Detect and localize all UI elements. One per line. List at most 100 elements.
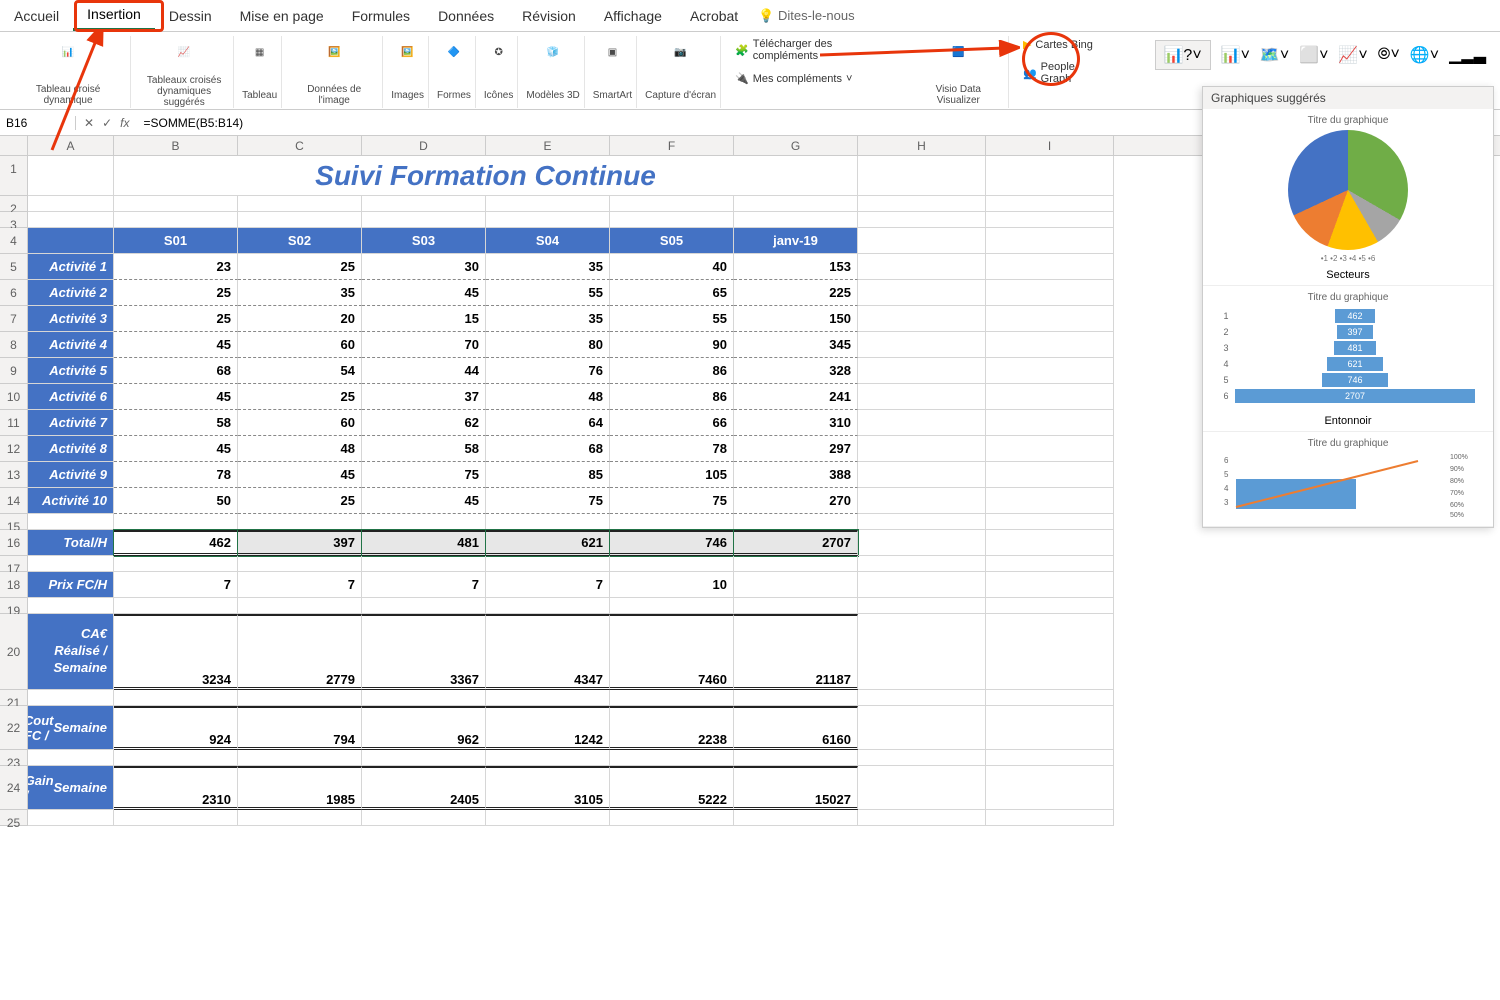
data-cell[interactable]: 345: [734, 332, 858, 358]
data-cell[interactable]: 30: [362, 254, 486, 280]
data-cell[interactable]: 55: [610, 306, 734, 332]
tell-me[interactable]: 💡 Dites-le-nous: [758, 8, 854, 24]
hdr-S05[interactable]: S05: [610, 228, 734, 254]
visio-button[interactable]: 🟦Visio Data Visualizer: [909, 36, 1009, 108]
sparkline-button[interactable]: ▁▂▃: [1449, 45, 1486, 65]
data-cell[interactable]: 60: [238, 410, 362, 436]
data-cell[interactable]: 78: [610, 436, 734, 462]
data-cell[interactable]: 23: [114, 254, 238, 280]
col-E[interactable]: E: [486, 136, 610, 155]
tab-accueil[interactable]: Accueil: [0, 2, 73, 30]
data-cell[interactable]: 80: [486, 332, 610, 358]
row-label[interactable]: Activité 2: [28, 280, 114, 306]
row-label[interactable]: Activité 6: [28, 384, 114, 410]
pie-suggestion[interactable]: Titre du graphique •1 •2 •3 •4 •5 •6 Sec…: [1203, 109, 1493, 286]
row-label[interactable]: Activité 1: [28, 254, 114, 280]
chart-3dmap-button[interactable]: 🌐˅: [1410, 45, 1439, 65]
data-cell[interactable]: 60: [238, 332, 362, 358]
data-cell[interactable]: 35: [486, 306, 610, 332]
data-cell[interactable]: 75: [486, 488, 610, 514]
data-cell[interactable]: 68: [486, 436, 610, 462]
bing-button[interactable]: ▶Cartes Bing: [1019, 36, 1113, 53]
hdr-S02[interactable]: S02: [238, 228, 362, 254]
row-label[interactable]: Activité 7: [28, 410, 114, 436]
data-cell[interactable]: 86: [610, 358, 734, 384]
dl-addins-button[interactable]: 🧩Télécharger des compléments: [731, 36, 905, 64]
data-cell[interactable]: 328: [734, 358, 858, 384]
hdr-S01[interactable]: S01: [114, 228, 238, 254]
col-D[interactable]: D: [362, 136, 486, 155]
col-C[interactable]: C: [238, 136, 362, 155]
data-cell[interactable]: 35: [486, 254, 610, 280]
data-cell[interactable]: 40: [610, 254, 734, 280]
data-cell[interactable]: 58: [114, 410, 238, 436]
data-cell[interactable]: 105: [610, 462, 734, 488]
data-cell[interactable]: 48: [238, 436, 362, 462]
cell-B16[interactable]: 462: [114, 530, 238, 556]
gain-label[interactable]: Gain /Semaine: [28, 766, 114, 810]
data-cell[interactable]: 86: [610, 384, 734, 410]
row-1[interactable]: 1: [0, 156, 28, 196]
chart-stat-button[interactable]: 📈˅: [1338, 45, 1367, 65]
tab-insertion[interactable]: Insertion: [73, 0, 155, 31]
data-cell[interactable]: 65: [610, 280, 734, 306]
models3d-button[interactable]: 🧊Modèles 3D: [522, 36, 584, 108]
col-G[interactable]: G: [734, 136, 858, 155]
data-cell[interactable]: 153: [734, 254, 858, 280]
data-cell[interactable]: 48: [486, 384, 610, 410]
data-cell[interactable]: 45: [114, 436, 238, 462]
images-button[interactable]: 🖼️Images: [387, 36, 429, 108]
col-H[interactable]: H: [858, 136, 986, 155]
data-cell[interactable]: 388: [734, 462, 858, 488]
fx-icon[interactable]: fx: [120, 116, 129, 130]
tab-mise-en-page[interactable]: Mise en page: [226, 2, 338, 30]
shapes-button[interactable]: 🔷Formes: [433, 36, 476, 108]
tab-acrobat[interactable]: Acrobat: [676, 2, 752, 30]
combo-suggestion[interactable]: Titre du graphique 6543 100%90%80%70%60%…: [1203, 432, 1493, 527]
pivot-sugg-button[interactable]: 📈Tableaux croisés dynamiques suggérés: [135, 36, 234, 108]
data-cell[interactable]: 37: [362, 384, 486, 410]
chart-scatter-button[interactable]: ⦾˅: [1378, 46, 1400, 64]
image-data-button[interactable]: 🖼️Données de l'image: [286, 36, 383, 108]
ca-label[interactable]: CA€Réalisé /Semaine: [28, 614, 114, 690]
data-cell[interactable]: 55: [486, 280, 610, 306]
pivot-button[interactable]: 📊Tableau croisé dynamique: [6, 36, 131, 108]
row-label[interactable]: Activité 10: [28, 488, 114, 514]
tab-formules[interactable]: Formules: [338, 2, 424, 30]
row-label[interactable]: Activité 9: [28, 462, 114, 488]
data-cell[interactable]: 85: [486, 462, 610, 488]
data-cell[interactable]: 50: [114, 488, 238, 514]
tab-affichage[interactable]: Affichage: [590, 2, 676, 30]
row-label[interactable]: Activité 4: [28, 332, 114, 358]
cancel-icon[interactable]: ✕: [84, 116, 94, 130]
data-cell[interactable]: 62: [362, 410, 486, 436]
data-cell[interactable]: 58: [362, 436, 486, 462]
data-cell[interactable]: 45: [238, 462, 362, 488]
name-box[interactable]: B16: [0, 116, 76, 130]
capture-button[interactable]: 📷Capture d'écran: [641, 36, 721, 108]
data-cell[interactable]: 310: [734, 410, 858, 436]
recommended-charts-button[interactable]: 📊?˅: [1155, 40, 1211, 70]
my-addins-button[interactable]: 🔌Mes compléments ˅: [731, 70, 905, 87]
hdr-S03[interactable]: S03: [362, 228, 486, 254]
row-label[interactable]: Activité 5: [28, 358, 114, 384]
chart-hier-button[interactable]: ⬜˅: [1299, 45, 1328, 65]
total-label[interactable]: Total/H: [28, 530, 114, 556]
data-cell[interactable]: 76: [486, 358, 610, 384]
funnel-suggestion[interactable]: Titre du graphique 146223973481462157466…: [1203, 286, 1493, 432]
cout-label[interactable]: Cout FC /Semaine: [28, 706, 114, 750]
data-cell[interactable]: 64: [486, 410, 610, 436]
hdr-janv[interactable]: janv-19: [734, 228, 858, 254]
data-cell[interactable]: 25: [238, 384, 362, 410]
data-cell[interactable]: 44: [362, 358, 486, 384]
tab-dessin[interactable]: Dessin: [155, 2, 226, 30]
tab-donnees[interactable]: Données: [424, 2, 508, 30]
data-cell[interactable]: 25: [114, 306, 238, 332]
data-cell[interactable]: 25: [238, 488, 362, 514]
prix-label[interactable]: Prix FC/H: [28, 572, 114, 598]
data-cell[interactable]: 75: [362, 462, 486, 488]
data-cell[interactable]: 54: [238, 358, 362, 384]
data-cell[interactable]: 68: [114, 358, 238, 384]
hdr-S04[interactable]: S04: [486, 228, 610, 254]
col-F[interactable]: F: [610, 136, 734, 155]
